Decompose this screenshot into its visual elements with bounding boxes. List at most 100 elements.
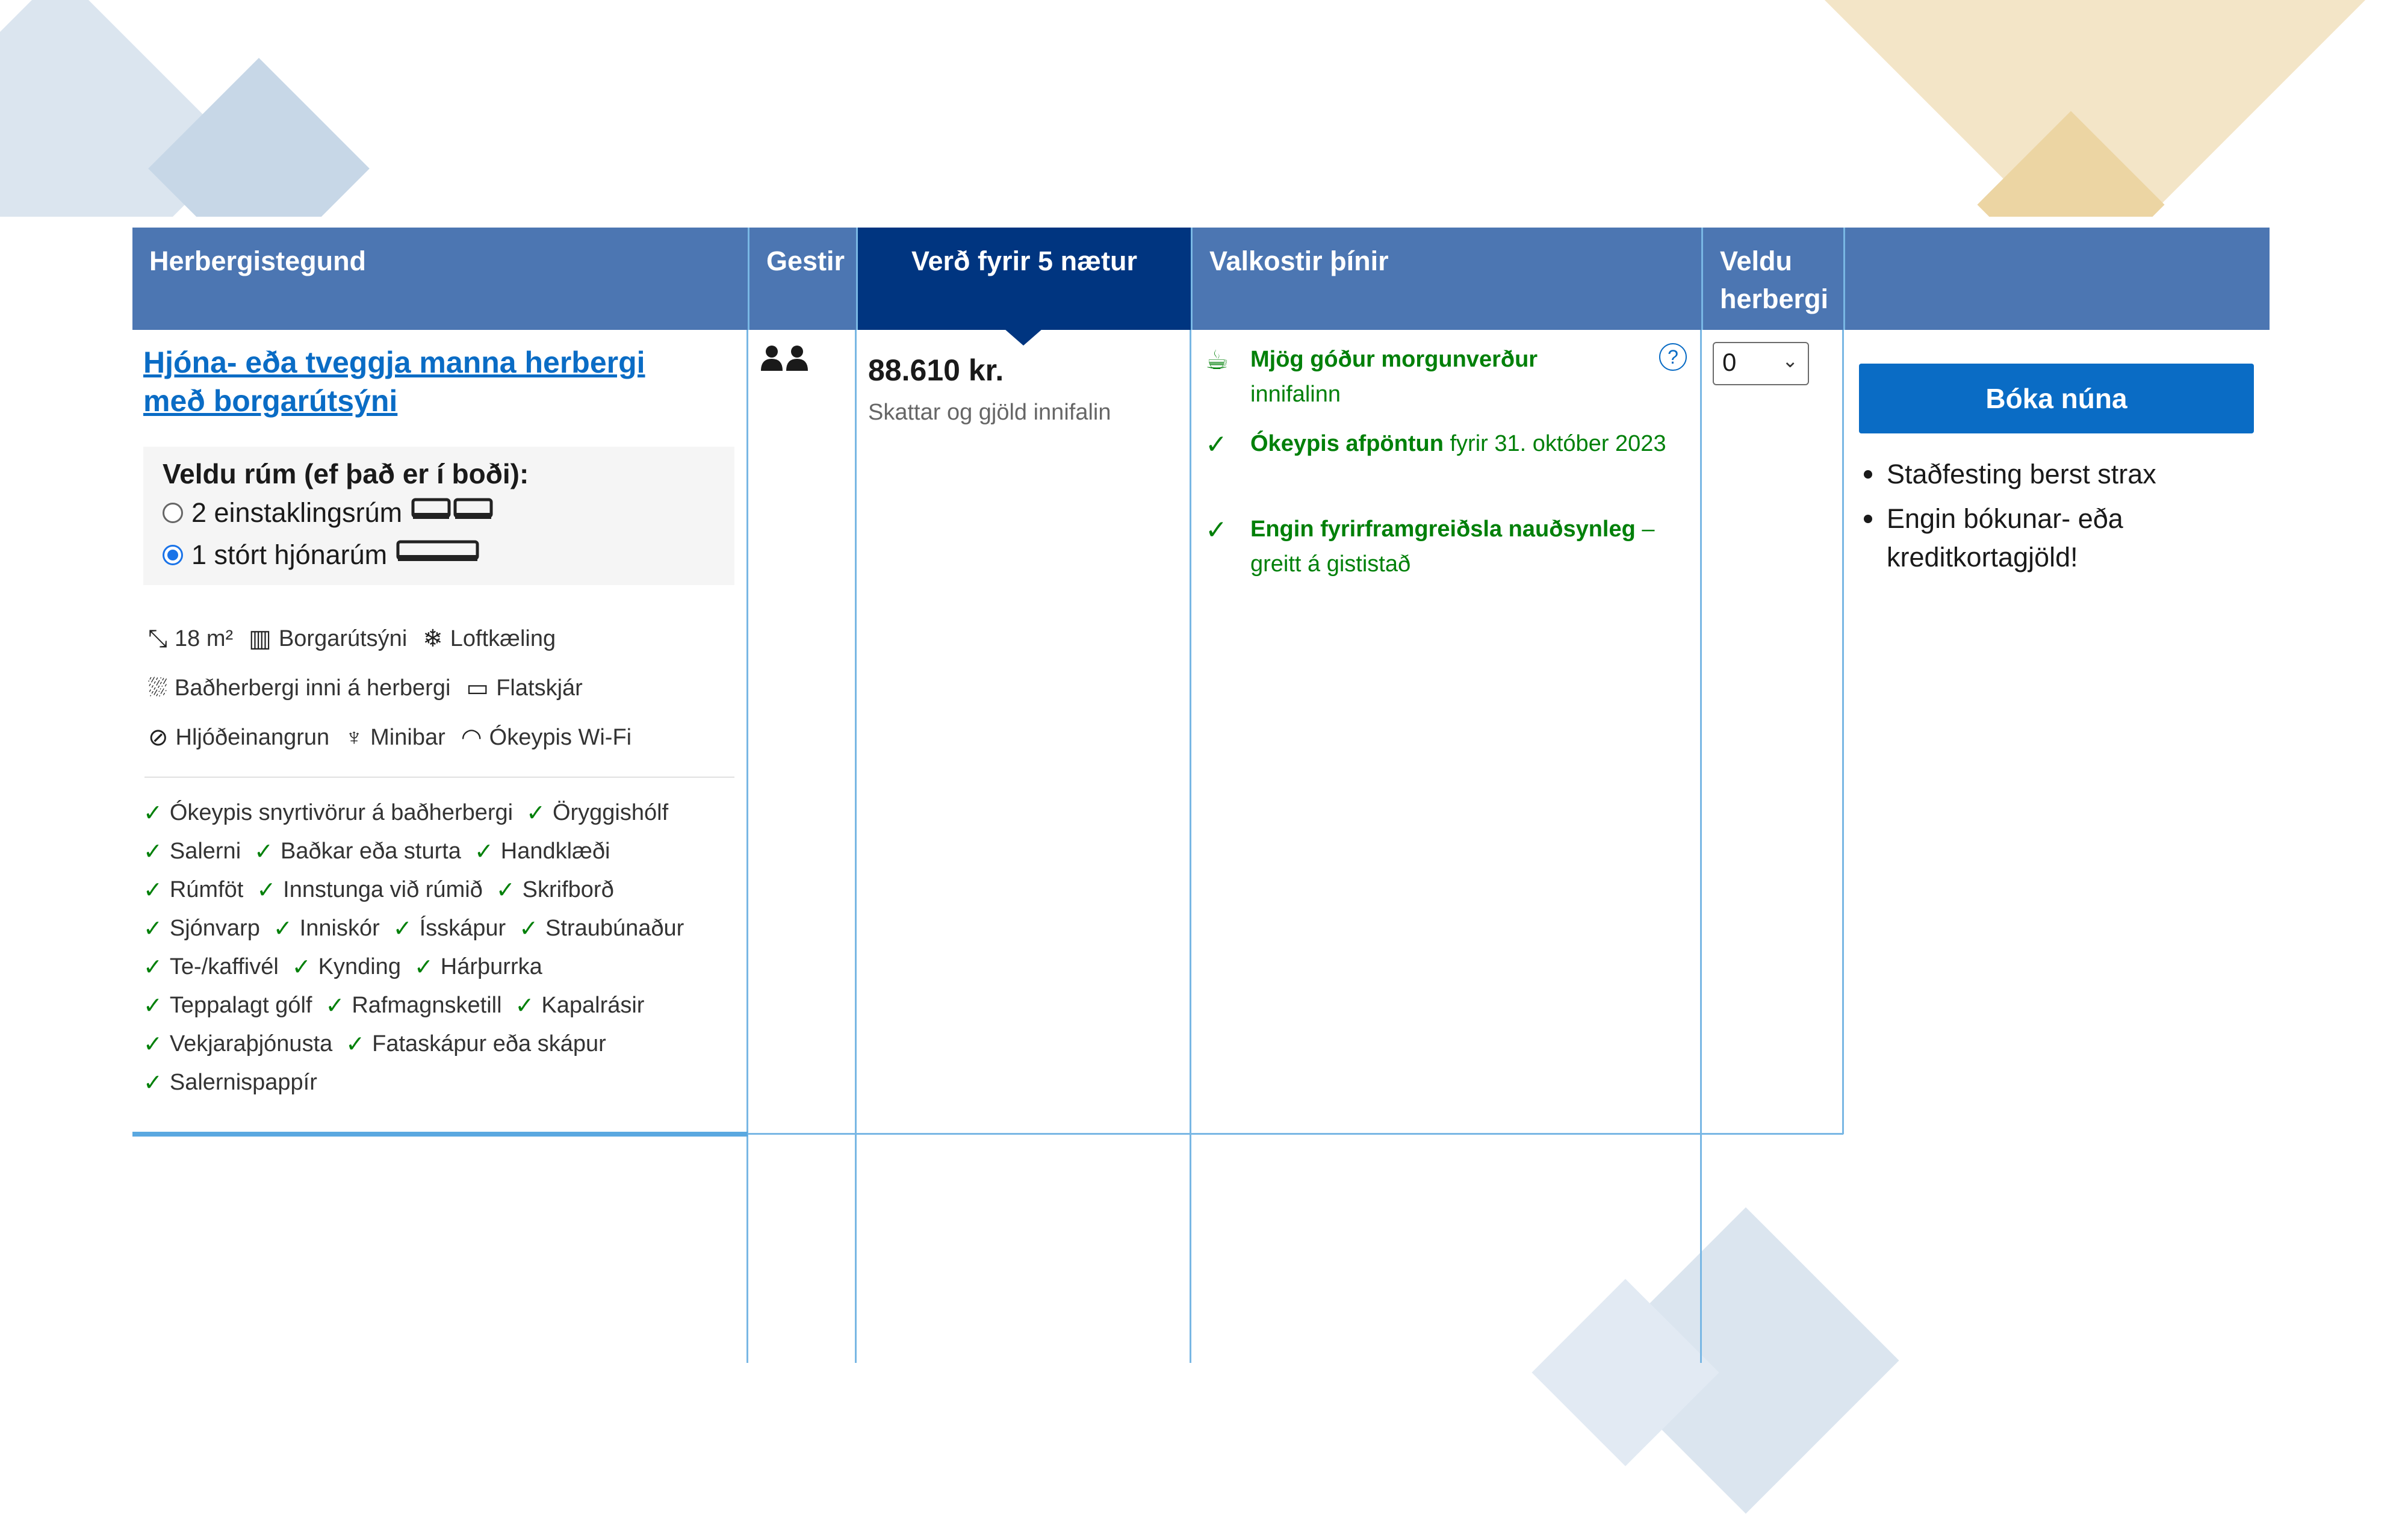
bed-selection: Veldu rúm (ef það er í boði): 2 einstakl… xyxy=(143,447,734,585)
amenity-item: ✓ Sjónvarp xyxy=(143,916,260,942)
check-icon: ✓ xyxy=(291,955,311,980)
bath-icon: ⛆ xyxy=(148,674,167,701)
room-name-link[interactable]: Hjóna- eða tveggja manna herbergi með bo… xyxy=(143,343,715,420)
check-icon: ✓ xyxy=(256,878,276,903)
amenity-row: ✓ Salernispappír xyxy=(143,1069,317,1096)
check-icon: ✓ xyxy=(143,1032,163,1057)
price-note: Skattar og gjöld innifalin xyxy=(868,400,1111,425)
bed-option-twin[interactable]: 2 einstaklingsrúm xyxy=(163,495,495,531)
amenity-item: ✓ Hárþurrka xyxy=(414,954,542,980)
option-free-cancellation: ✓ Ókeypis afpöntun fyrir 31. október 202… xyxy=(1205,426,1669,461)
facility-item: ❄ Loftkæling xyxy=(423,625,556,652)
amenity-item: ✓ Straubúnaður xyxy=(519,916,684,942)
amenity-row: ✓ Teppalagt gólf ✓ Rafmagnsketill ✓ Kapalrá… xyxy=(143,992,644,1019)
check-icon: ✓ xyxy=(143,916,163,942)
book-now-button[interactable]: Bóka núna xyxy=(1859,364,2254,433)
amenity-item: ✓ Ókeypis snyrtivörur á baðherbergi xyxy=(143,800,514,826)
facility-item: ▥ Borgarútsýni xyxy=(249,625,408,652)
header-guests: Gestir xyxy=(748,228,856,330)
facility-item: ▭ Flatskjár xyxy=(466,675,583,701)
option-breakfast: ☕ Mjög góður morgunverður innifalinn xyxy=(1205,342,1669,412)
check-icon: ✓ xyxy=(474,839,494,864)
bed-option-label: 2 einstaklingsrúm xyxy=(191,497,403,528)
check-icon: ✓ xyxy=(143,955,163,980)
help-icon[interactable]: ? xyxy=(1659,343,1687,371)
check-icon: ✓ xyxy=(143,839,163,864)
list-item: Engin bókunar- eða kreditkortagjöld! xyxy=(1864,500,2255,577)
facility-item: ⊘ Hljóðeinangrun xyxy=(148,724,330,751)
check-icon: ✓ xyxy=(254,839,273,864)
minibar-icon: ♆ xyxy=(345,724,364,751)
check-icon: ✓ xyxy=(393,916,412,942)
amenity-item: ✓ Baðkar eða sturta xyxy=(254,839,461,864)
header-options: Valkostir þínir xyxy=(1191,228,1701,330)
check-icon: ✓ xyxy=(325,993,345,1019)
radio-double[interactable] xyxy=(163,545,183,565)
double-bed-icon xyxy=(396,537,480,573)
column-divider xyxy=(746,330,748,1363)
amenity-item: ✓ Salerni xyxy=(143,839,241,864)
tv-icon: ▭ xyxy=(466,675,489,701)
facility-item: ◠ Ókeypis Wi-Fi xyxy=(461,724,632,751)
check-icon: ✓ xyxy=(519,916,539,942)
amenity-item: ✓ Inniskór xyxy=(273,916,380,942)
amenity-item: ✓ Rúmföt xyxy=(143,877,244,903)
bullet-icon xyxy=(1864,470,1872,479)
check-icon: ✓ xyxy=(143,878,163,903)
check-icon: ✓ xyxy=(1205,430,1227,459)
check-icon: ✓ xyxy=(346,1032,365,1057)
amenity-item: ✓ Kynding xyxy=(291,954,401,980)
facility-item: ⛆ Baðherbergi inni á herbergi xyxy=(148,674,451,701)
check-icon: ✓ xyxy=(143,1070,163,1096)
check-icon: ✓ xyxy=(143,993,163,1019)
column-divider xyxy=(855,330,857,1363)
amenity-item: ✓ Fataskápur eða skápur xyxy=(346,1031,606,1057)
check-icon: ✓ xyxy=(143,801,163,826)
amenity-row: ✓ Rúmföt ✓ Innstunga við rúmið ✓ Skrifborð xyxy=(143,876,614,904)
building-icon: ▥ xyxy=(249,625,272,652)
header-price: Verð fyrir 5 nætur xyxy=(856,228,1191,330)
option-no-prepayment: ✓ Engin fyrirframgreiðsla nauðsynleg – g… xyxy=(1205,512,1669,582)
facility-row: ⊘ Hljóðeinangrun ♆ Minibar ◠ Ókeypis Wi-Fi xyxy=(148,724,631,751)
check-icon: ✓ xyxy=(495,878,515,903)
amenity-row: ✓ Salerni ✓ Baðkar eða sturta ✓ Handklæði xyxy=(143,838,610,865)
amenity-item: ✓ Vekjaraþjónusta xyxy=(143,1031,333,1057)
room-quantity-select[interactable]: 0 ⌄ xyxy=(1713,342,1809,385)
wifi-icon: ◠ xyxy=(461,724,482,751)
amenity-row: ✓ Te-/kaffivél ✓ Kynding ✓ Hárþurrka xyxy=(143,954,542,981)
facility-row: ⤡ 18 m² ▥ Borgarútsýni ❄ Loftkæling xyxy=(148,625,556,653)
amenity-item: ✓ Te-/kaffivél xyxy=(143,954,279,980)
list-item: Staðfesting berst strax xyxy=(1864,455,2255,494)
amenity-item: ✓ Teppalagt gólf xyxy=(143,993,312,1019)
radio-twin[interactable] xyxy=(163,503,183,523)
guests-icon xyxy=(760,344,810,380)
amenity-item: ✓ Öryggishólf xyxy=(526,800,669,826)
column-divider xyxy=(1700,330,1702,1363)
amenity-row: ✓ Sjónvarp ✓ Inniskór ✓ Ísskápur ✓ Straubúna… xyxy=(143,915,684,942)
amenity-item: ✓ Salernispappír xyxy=(143,1070,317,1096)
header-booking xyxy=(1843,228,2270,330)
booking-benefits: Staðfesting berst strax Engin bókunar- e… xyxy=(1864,455,2255,583)
bed-option-double[interactable]: 1 stórt hjónarúm xyxy=(163,537,480,573)
amenity-item: ✓ Handklæði xyxy=(474,839,610,864)
column-divider xyxy=(1190,330,1191,1363)
twin-bed-icon xyxy=(411,495,495,531)
soundproof-icon: ⊘ xyxy=(148,724,169,751)
amenity-row: ✓ Vekjaraþjónusta ✓ Fataskápur eða skápur xyxy=(143,1031,606,1058)
amenity-item: ✓ Ísskápur xyxy=(393,916,506,942)
bullet-icon xyxy=(1864,515,1872,523)
check-icon: ✓ xyxy=(273,916,293,942)
chevron-down-icon: ⌄ xyxy=(1782,350,1798,371)
check-icon: ✓ xyxy=(515,993,535,1019)
amenity-item: ✓ Rafmagnsketill xyxy=(325,993,502,1019)
divider xyxy=(144,777,734,778)
snowflake-icon: ❄ xyxy=(423,625,443,652)
header-select-rooms: Veldu herbergi xyxy=(1701,228,1843,330)
size-icon: ⤡ xyxy=(148,625,167,652)
check-icon: ✓ xyxy=(1205,515,1227,545)
amenity-item: ✓ Innstunga við rúmið xyxy=(256,877,483,903)
price-amount: 88.610 kr. xyxy=(868,353,1004,387)
header-room-type: Herbergistegund xyxy=(132,228,748,330)
column-divider xyxy=(1842,330,1844,1134)
bed-option-label: 1 stórt hjónarúm xyxy=(191,539,388,570)
